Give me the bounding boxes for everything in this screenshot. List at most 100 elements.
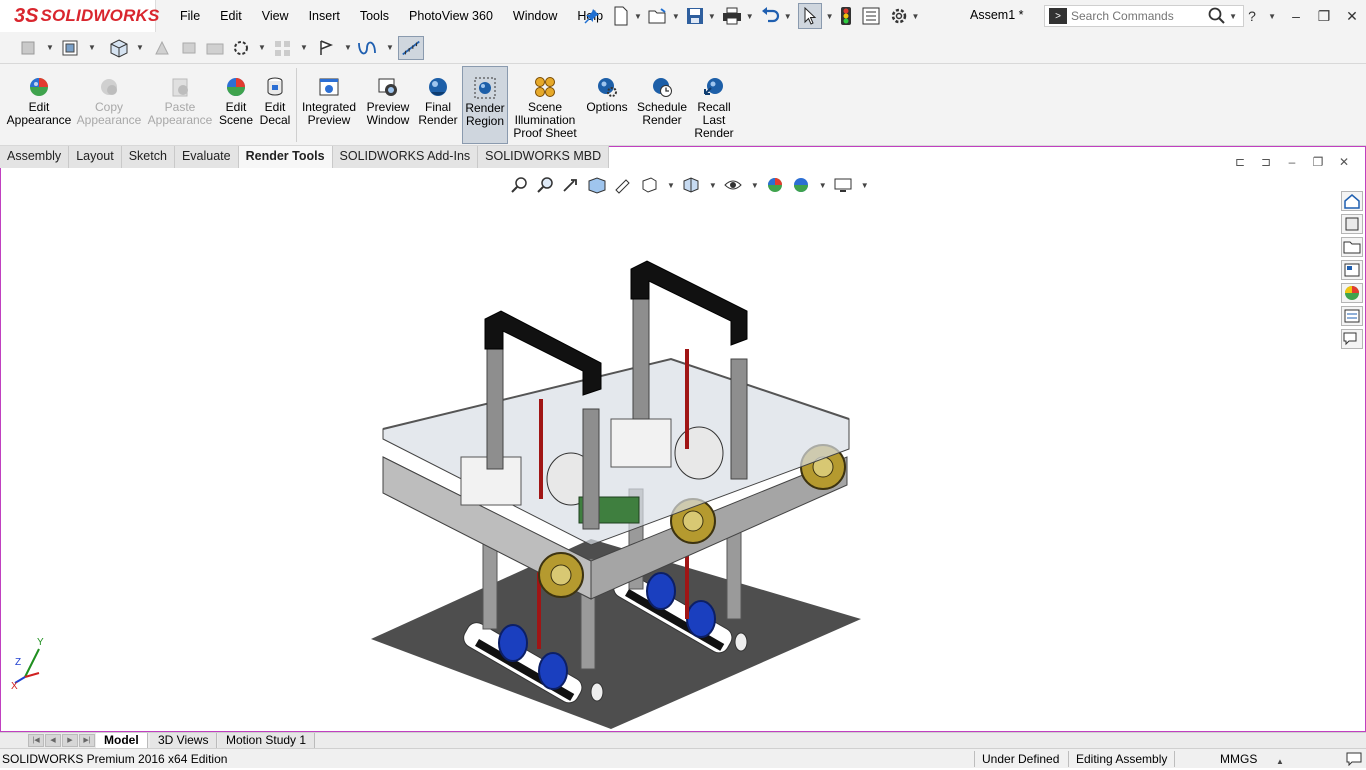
preview-window-button[interactable]: Preview Window (362, 66, 414, 144)
chevron-down-icon[interactable]: ▼ (861, 181, 869, 190)
tile-left-icon[interactable]: ⊏ (1231, 155, 1249, 169)
print-button[interactable] (722, 3, 742, 29)
design-library-icon[interactable] (1341, 214, 1363, 234)
chevron-down-icon[interactable]: ▼ (751, 181, 759, 190)
menu-photoview[interactable]: PhotoView 360 (399, 0, 503, 32)
tab-sketch[interactable]: Sketch (121, 146, 175, 168)
view-orientation-icon[interactable] (639, 176, 659, 194)
restore-viewport-button[interactable]: ❐ (1309, 155, 1327, 169)
insert-part-icon[interactable] (60, 38, 82, 58)
custom-properties-icon[interactable] (1341, 306, 1363, 326)
feedback-icon[interactable] (1346, 752, 1362, 766)
zoom-to-area-icon[interactable] (535, 176, 555, 194)
chevron-down-icon[interactable]: ▼ (634, 12, 642, 21)
chevron-down-icon[interactable]: ▼ (709, 181, 717, 190)
menu-window[interactable]: Window (503, 0, 567, 32)
view-cube-icon[interactable] (108, 38, 130, 58)
search-commands-box[interactable]: > ▼ (1044, 5, 1244, 27)
menu-tools[interactable]: Tools (350, 0, 399, 32)
chevron-down-icon[interactable]: ▼ (912, 12, 920, 21)
select-button[interactable] (797, 3, 822, 29)
chevron-down-icon[interactable]: ▼ (784, 12, 792, 21)
appearances-scenes-decals-icon[interactable] (1341, 283, 1363, 303)
options-button[interactable]: Options (584, 66, 630, 144)
edit-appearance-icon[interactable] (765, 176, 785, 194)
first-tab-icon[interactable]: |◀ (28, 734, 44, 747)
robot-assembly-model[interactable] (361, 239, 861, 729)
previous-view-icon[interactable] (561, 176, 581, 194)
reference-geometry-icon[interactable] (316, 38, 338, 58)
chevron-down-icon[interactable]: ▼ (344, 43, 352, 52)
chevron-down-icon[interactable]: ▼ (1268, 12, 1276, 21)
explode-view-icon[interactable] (230, 38, 252, 58)
file-properties-button[interactable] (862, 3, 880, 29)
edit-appearance-button[interactable]: Edit Appearance (6, 66, 72, 144)
chevron-down-icon[interactable]: ▼ (667, 181, 675, 190)
save-button[interactable] (686, 3, 704, 29)
section-view-icon[interactable] (587, 176, 607, 194)
tab-motion-study-1[interactable]: Motion Study 1 (218, 733, 316, 749)
open-button[interactable] (648, 3, 668, 29)
chevron-down-icon[interactable]: ▼ (826, 12, 834, 21)
graphics-area[interactable]: ⊏ ⊐ – ❐ ✕ ▼ ▼ ▼ ▼ ▼ Y Z X (0, 146, 1366, 732)
minimize-button[interactable]: – (1282, 8, 1310, 24)
undo-button[interactable] (760, 3, 780, 29)
solidworks-resources-home-icon[interactable] (1341, 191, 1363, 211)
chevron-down-icon[interactable]: ▼ (46, 43, 54, 52)
chevron-down-icon[interactable]: ▼ (88, 43, 96, 52)
recall-last-render-button[interactable]: Recall Last Render (692, 66, 736, 144)
tab-layout[interactable]: Layout (69, 146, 122, 168)
chevron-down-icon[interactable]: ▼ (708, 12, 716, 21)
integrated-preview-button[interactable]: Integrated Preview (300, 66, 358, 144)
forum-icon[interactable] (1341, 329, 1363, 349)
final-render-button[interactable]: Final Render (418, 66, 458, 144)
component-icon[interactable] (18, 38, 40, 58)
last-tab-icon[interactable]: ▶| (79, 734, 95, 747)
unit-system[interactable]: MMGS (1220, 751, 1257, 767)
menu-file[interactable]: File (170, 0, 210, 32)
edit-scene-button[interactable]: Edit Scene (218, 66, 254, 144)
rebuild-traffic-light-icon[interactable] (840, 3, 852, 29)
hide-show-items-icon[interactable] (723, 176, 743, 194)
chevron-down-icon[interactable]: ▼ (1229, 12, 1237, 21)
tab-solidworks-add-ins[interactable]: SOLIDWORKS Add-Ins (332, 146, 479, 168)
solidworks-logo[interactable]: 3S SOLIDWORKS (0, 0, 159, 32)
tile-right-icon[interactable]: ⊐ (1257, 155, 1275, 169)
options-gear-icon[interactable] (890, 3, 908, 29)
scene-illumination-proof-sheet-button[interactable]: Scene Illumination Proof Sheet (512, 66, 578, 144)
close-button[interactable]: ✕ (1338, 8, 1366, 25)
chevron-down-icon[interactable]: ▼ (300, 43, 308, 52)
render-region-button[interactable]: Render Region (462, 66, 508, 144)
restore-button[interactable]: ❐ (1310, 8, 1338, 25)
next-tab-icon[interactable]: ▶ (62, 734, 78, 747)
instant3d-icon[interactable] (398, 36, 424, 60)
prev-tab-icon[interactable]: ◀ (45, 734, 61, 747)
view-settings-icon[interactable] (833, 176, 853, 194)
display-style-icon[interactable] (681, 176, 701, 194)
apply-scene-icon[interactable] (791, 176, 811, 194)
view-palette-icon[interactable] (1341, 260, 1363, 280)
chevron-down-icon[interactable]: ▼ (386, 43, 394, 52)
tab-solidworks-mbd[interactable]: SOLIDWORKS MBD (478, 146, 610, 168)
curves-icon[interactable] (356, 38, 378, 58)
tab-model[interactable]: Model (96, 733, 148, 749)
close-viewport-button[interactable]: ✕ (1335, 155, 1353, 169)
zoom-to-fit-icon[interactable] (509, 176, 529, 194)
file-explorer-icon[interactable] (1341, 237, 1363, 257)
chevron-down-icon[interactable]: ▼ (672, 12, 680, 21)
help-icon[interactable]: ? (1238, 8, 1266, 24)
tab-3d-views[interactable]: 3D Views (150, 733, 218, 749)
tab-render-tools[interactable]: Render Tools (238, 146, 333, 168)
chevron-down-icon[interactable]: ▼ (819, 181, 827, 190)
search-icon[interactable] (1207, 7, 1227, 25)
menu-view[interactable]: View (252, 0, 299, 32)
chevron-down-icon[interactable]: ▼ (258, 43, 266, 52)
menu-insert[interactable]: Insert (299, 0, 350, 32)
dynamic-annotation-icon[interactable] (613, 176, 633, 194)
edit-decal-button[interactable]: Edit Decal (258, 66, 292, 144)
schedule-render-button[interactable]: Schedule Render (634, 66, 690, 144)
tab-evaluate[interactable]: Evaluate (174, 146, 239, 168)
menu-edit[interactable]: Edit (210, 0, 252, 32)
new-document-button[interactable] (612, 3, 630, 29)
minimize-viewport-button[interactable]: – (1283, 155, 1301, 169)
